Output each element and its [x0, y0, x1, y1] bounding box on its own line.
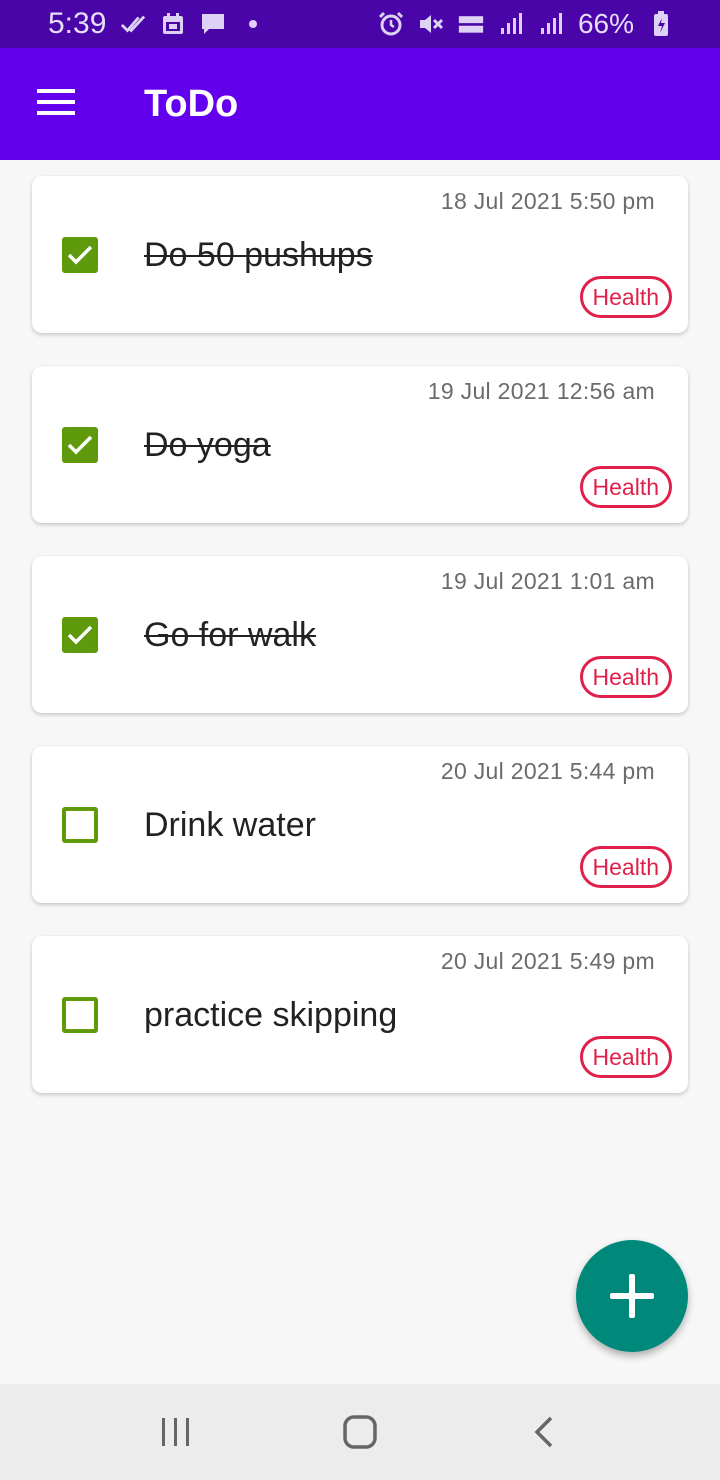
task-checkbox[interactable] [62, 237, 98, 273]
task-list: 18 Jul 2021 5:50 pm Do 50 pushups Health… [32, 176, 688, 1126]
task-date: 18 Jul 2021 5:50 pm [440, 188, 655, 214]
back-button[interactable] [489, 1384, 599, 1480]
task-date: 19 Jul 2021 12:56 am [427, 378, 655, 404]
calendar-icon [160, 11, 186, 37]
category-tag: Health [579, 466, 672, 508]
app-bar: ToDo [0, 48, 720, 160]
task-title: practice skipping [144, 996, 398, 1034]
home-button[interactable] [305, 1384, 415, 1480]
category-tag: Health [579, 656, 672, 698]
task-date: 19 Jul 2021 1:01 am [440, 568, 655, 594]
task-title: Drink water [144, 806, 316, 844]
hamburger-icon [36, 87, 76, 122]
category-tag: Health [579, 276, 672, 318]
signal-icon [538, 11, 564, 37]
home-icon [343, 1415, 377, 1449]
message-icon [200, 11, 226, 37]
status-bar: 5:39 66% [0, 0, 720, 48]
status-time: 5:39 [48, 7, 107, 40]
signal-icon [498, 11, 524, 37]
category-tag: Health [579, 1036, 672, 1078]
back-icon [534, 1416, 553, 1448]
check-icon [67, 435, 93, 455]
task-checkbox[interactable] [62, 427, 98, 463]
recent-apps-icon [162, 1418, 189, 1446]
task-card[interactable]: 19 Jul 2021 1:01 am Go for walk Health [32, 556, 688, 713]
add-task-button[interactable] [576, 1240, 688, 1352]
task-card[interactable]: 20 Jul 2021 5:49 pm practice skipping He… [32, 936, 688, 1093]
system-nav-bar [0, 1384, 720, 1480]
menu-button[interactable] [0, 48, 112, 160]
task-checkbox[interactable] [62, 997, 98, 1033]
task-date: 20 Jul 2021 5:44 pm [440, 758, 655, 784]
double-check-icon [120, 11, 146, 37]
plus-icon [610, 1274, 654, 1318]
task-checkbox[interactable] [62, 807, 98, 843]
battery-icon [648, 11, 674, 37]
task-card[interactable]: 19 Jul 2021 12:56 am Do yoga Health [32, 366, 688, 523]
volte-icon [458, 11, 484, 37]
status-right: 66% [378, 8, 674, 40]
task-title: Do 50 pushups [144, 236, 373, 274]
task-card[interactable]: 18 Jul 2021 5:50 pm Do 50 pushups Health [32, 176, 688, 333]
category-tag: Health [579, 846, 672, 888]
mute-icon [418, 11, 444, 37]
task-title: Do yoga [144, 426, 271, 464]
task-card[interactable]: 20 Jul 2021 5:44 pm Drink water Health [32, 746, 688, 903]
check-icon [67, 625, 93, 645]
status-left: 5:39 [48, 7, 266, 41]
battery-percent: 66% [577, 8, 634, 39]
recent-apps-button[interactable] [121, 1384, 231, 1480]
alarm-icon [378, 11, 404, 37]
task-title: Go for walk [144, 616, 316, 654]
check-icon [67, 245, 93, 265]
task-checkbox[interactable] [62, 617, 98, 653]
dot-icon [240, 11, 266, 37]
task-date: 20 Jul 2021 5:49 pm [440, 948, 655, 974]
page-title: ToDo [144, 82, 239, 125]
